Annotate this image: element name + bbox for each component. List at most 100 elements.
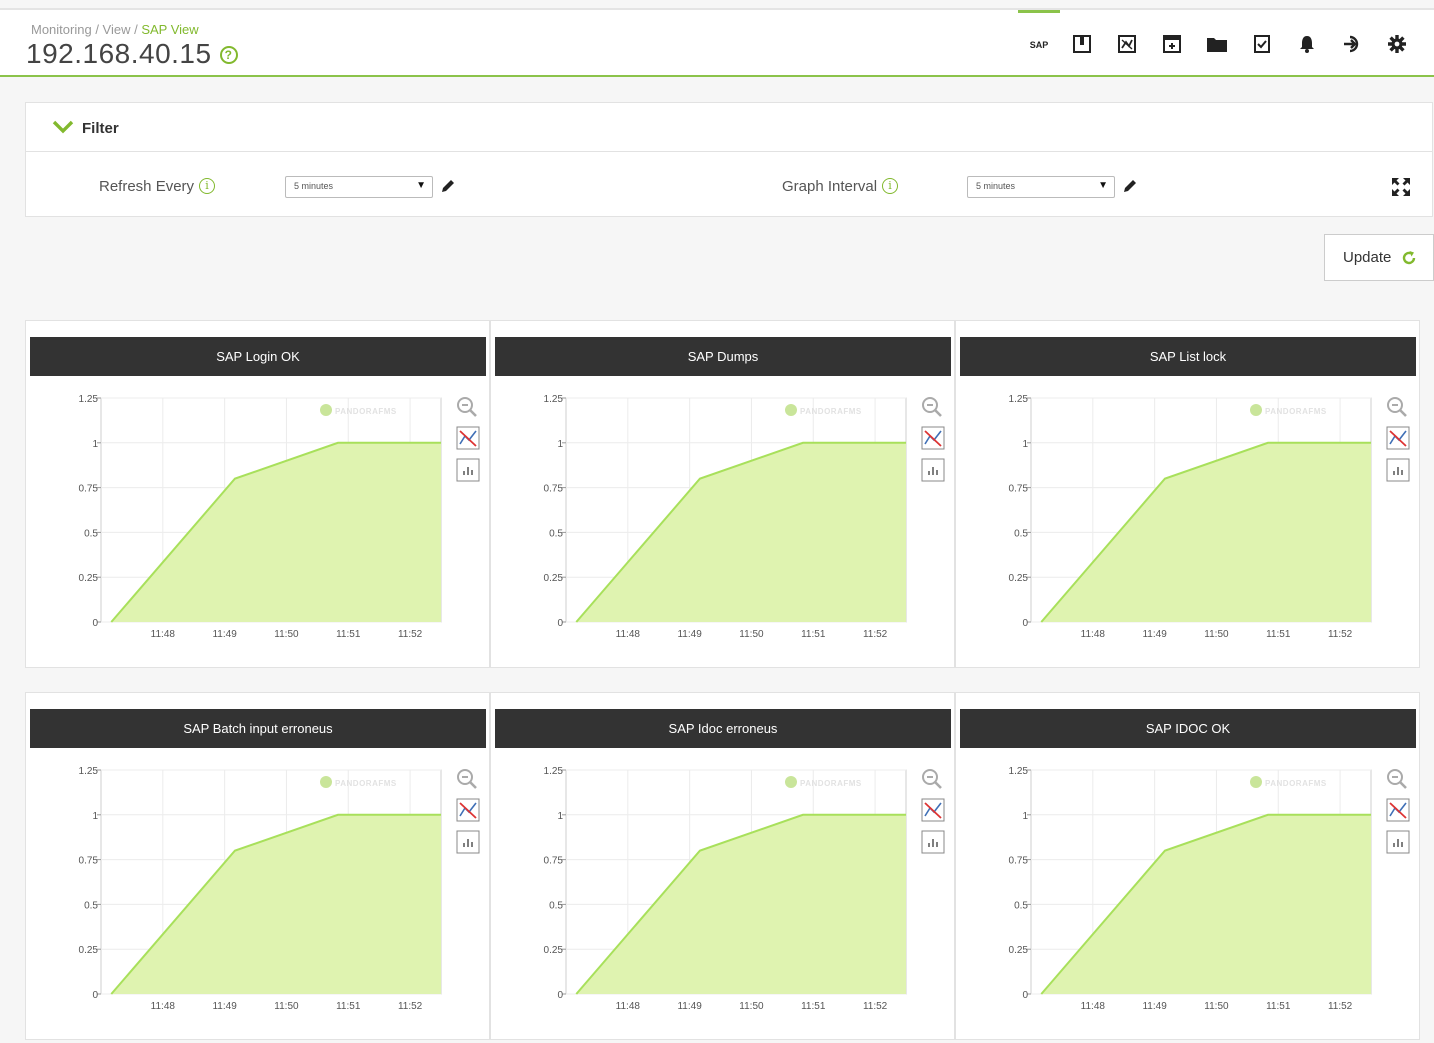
- y-tick-label: 0.5: [84, 900, 98, 911]
- statistics-icon[interactable]: [1386, 458, 1410, 482]
- chart-card: SAP Dumps 0 0.25 0.5 0.75 1 1.25 11:48 11:49 11:5…: [490, 320, 955, 668]
- statistics-icon[interactable]: [921, 830, 945, 854]
- info-icon[interactable]: i: [882, 178, 899, 194]
- gear-icon[interactable]: [1376, 10, 1418, 77]
- y-tick-label: 0.75: [1009, 484, 1029, 495]
- disable-interpolation-icon[interactable]: [456, 798, 480, 822]
- area-chart: 0 0.25 0.5 0.75 1 1.25 11:48 11:49 11:50 11:51 11:…: [544, 394, 945, 640]
- module-view-icon[interactable]: [1061, 10, 1103, 77]
- chevron-down-icon: [52, 120, 74, 134]
- y-tick-label: 0: [92, 990, 98, 1001]
- pencil-icon[interactable]: [439, 177, 457, 195]
- graph-interval-value: 5 minutes: [976, 181, 1016, 191]
- dropdown-arrow-icon: ▼: [1098, 180, 1108, 191]
- y-tick-label: 0.25: [79, 573, 99, 584]
- disable-interpolation-icon[interactable]: [921, 426, 945, 450]
- y-tick-label: 0.5: [1014, 528, 1028, 539]
- x-tick-label: 11:52: [398, 1001, 423, 1012]
- x-tick-label: 11:49: [212, 1001, 237, 1012]
- logout-icon[interactable]: [1331, 10, 1373, 77]
- y-tick-label: 0.75: [544, 484, 564, 495]
- zoom-icon[interactable]: [457, 769, 477, 789]
- breadcrumb-view[interactable]: View: [103, 22, 131, 37]
- chart-card: SAP List lock 0 0.25 0.5 0.75 1 1.25 11:48 11:49…: [955, 320, 1420, 668]
- fullscreen-icon[interactable]: [1390, 176, 1412, 198]
- breadcrumb-monitoring[interactable]: Monitoring: [31, 22, 92, 37]
- calendar-icon[interactable]: [1151, 10, 1193, 77]
- x-tick-label: 11:49: [1142, 1001, 1167, 1012]
- x-tick-label: 11:48: [616, 1001, 641, 1012]
- y-tick-label: 0.75: [1009, 856, 1029, 867]
- watermark-logo-icon: [785, 776, 797, 788]
- y-tick-label: 1: [557, 811, 563, 822]
- disable-interpolation-icon[interactable]: [1386, 426, 1410, 450]
- watermark-logo-icon: [320, 776, 332, 788]
- area-chart: 0 0.25 0.5 0.75 1 1.25 11:48 11:49 11:50 11:51 11:…: [79, 766, 480, 1012]
- y-tick-label: 0.25: [544, 573, 564, 584]
- y-tick-label: 0.5: [549, 528, 563, 539]
- statistics-icon[interactable]: [456, 458, 480, 482]
- zoom-icon[interactable]: [1387, 769, 1407, 789]
- chart-card: SAP Batch input erroneus 0 0.25 0.5 0.75 1 1.2…: [25, 692, 490, 1040]
- y-tick-label: 0.5: [84, 528, 98, 539]
- zoom-icon[interactable]: [457, 397, 477, 417]
- disable-interpolation-icon[interactable]: [456, 426, 480, 450]
- zoom-icon[interactable]: [922, 397, 942, 417]
- zoom-icon[interactable]: [1387, 397, 1407, 417]
- disable-interpolation-icon[interactable]: [921, 798, 945, 822]
- area-chart: 0 0.25 0.5 0.75 1 1.25 11:48 11:49 11:50 11:51 11:…: [1009, 394, 1410, 640]
- chart-title: SAP Login OK: [30, 337, 486, 376]
- x-tick-label: 11:50: [739, 1001, 764, 1012]
- y-tick-label: 1.25: [79, 394, 99, 405]
- graph-view-icon[interactable]: [1106, 10, 1148, 77]
- statistics-icon[interactable]: [456, 830, 480, 854]
- chart-card: SAP IDOC OK 0 0.25 0.5 0.75 1 1.25 11:48 11:49 11…: [955, 692, 1420, 1040]
- x-tick-label: 11:48: [616, 629, 641, 640]
- watermark-text: PANDORAFMS: [335, 407, 397, 416]
- y-tick-label: 0: [92, 618, 98, 629]
- x-tick-label: 11:51: [1266, 629, 1291, 640]
- page-header: Monitoring / View / SAP View 192.168.40.…: [0, 10, 1434, 77]
- y-tick-label: 1: [1022, 439, 1028, 450]
- refresh-every-select[interactable]: 5 minutes ▼: [285, 176, 433, 198]
- x-tick-label: 11:50: [1204, 629, 1229, 640]
- refresh-icon: [1403, 250, 1416, 264]
- sap-tab-label: SAP: [1029, 40, 1049, 50]
- zoom-icon[interactable]: [922, 769, 942, 789]
- help-icon[interactable]: ?: [219, 46, 238, 64]
- x-tick-label: 11:52: [863, 629, 888, 640]
- x-tick-label: 11:50: [274, 1001, 299, 1012]
- area-chart: 0 0.25 0.5 0.75 1 1.25 11:48 11:49 11:50 11:51 11:…: [1009, 766, 1410, 1012]
- y-tick-label: 0: [557, 990, 563, 1001]
- dropdown-arrow-icon: ▼: [416, 180, 426, 191]
- y-tick-label: 1.25: [1009, 766, 1029, 777]
- graph-interval-select[interactable]: 5 minutes ▼: [967, 176, 1115, 198]
- pencil-icon[interactable]: [1121, 177, 1139, 195]
- y-tick-label: 1: [92, 439, 98, 450]
- y-tick-label: 0.25: [1009, 945, 1029, 956]
- statistics-icon[interactable]: [921, 458, 945, 482]
- watermark-text: PANDORAFMS: [335, 779, 397, 788]
- breadcrumb-current: SAP View: [141, 22, 199, 37]
- chart-title: SAP List lock: [960, 337, 1416, 376]
- watermark-text: PANDORAFMS: [800, 779, 862, 788]
- y-tick-label: 0.75: [544, 856, 564, 867]
- bell-icon[interactable]: [1286, 10, 1328, 77]
- folder-icon[interactable]: [1196, 10, 1238, 77]
- watermark-text: PANDORAFMS: [1265, 407, 1327, 416]
- x-tick-label: 11:52: [1328, 1001, 1353, 1012]
- refresh-every-label: Refresh Every i: [99, 178, 216, 195]
- checklist-icon[interactable]: [1241, 10, 1283, 77]
- x-tick-label: 11:51: [801, 629, 826, 640]
- chart-title: SAP Idoc erroneus: [495, 709, 951, 748]
- watermark-logo-icon: [785, 404, 797, 416]
- refresh-every-text: Refresh Every: [99, 178, 195, 195]
- statistics-icon[interactable]: [1386, 830, 1410, 854]
- tab-sap-view[interactable]: SAP: [1018, 10, 1060, 77]
- filter-title: Filter: [82, 120, 119, 137]
- update-button[interactable]: Update: [1324, 234, 1434, 281]
- filter-toggle[interactable]: Filter: [25, 102, 1433, 152]
- info-icon[interactable]: i: [199, 178, 216, 194]
- disable-interpolation-icon[interactable]: [1386, 798, 1410, 822]
- y-tick-label: 1: [1022, 811, 1028, 822]
